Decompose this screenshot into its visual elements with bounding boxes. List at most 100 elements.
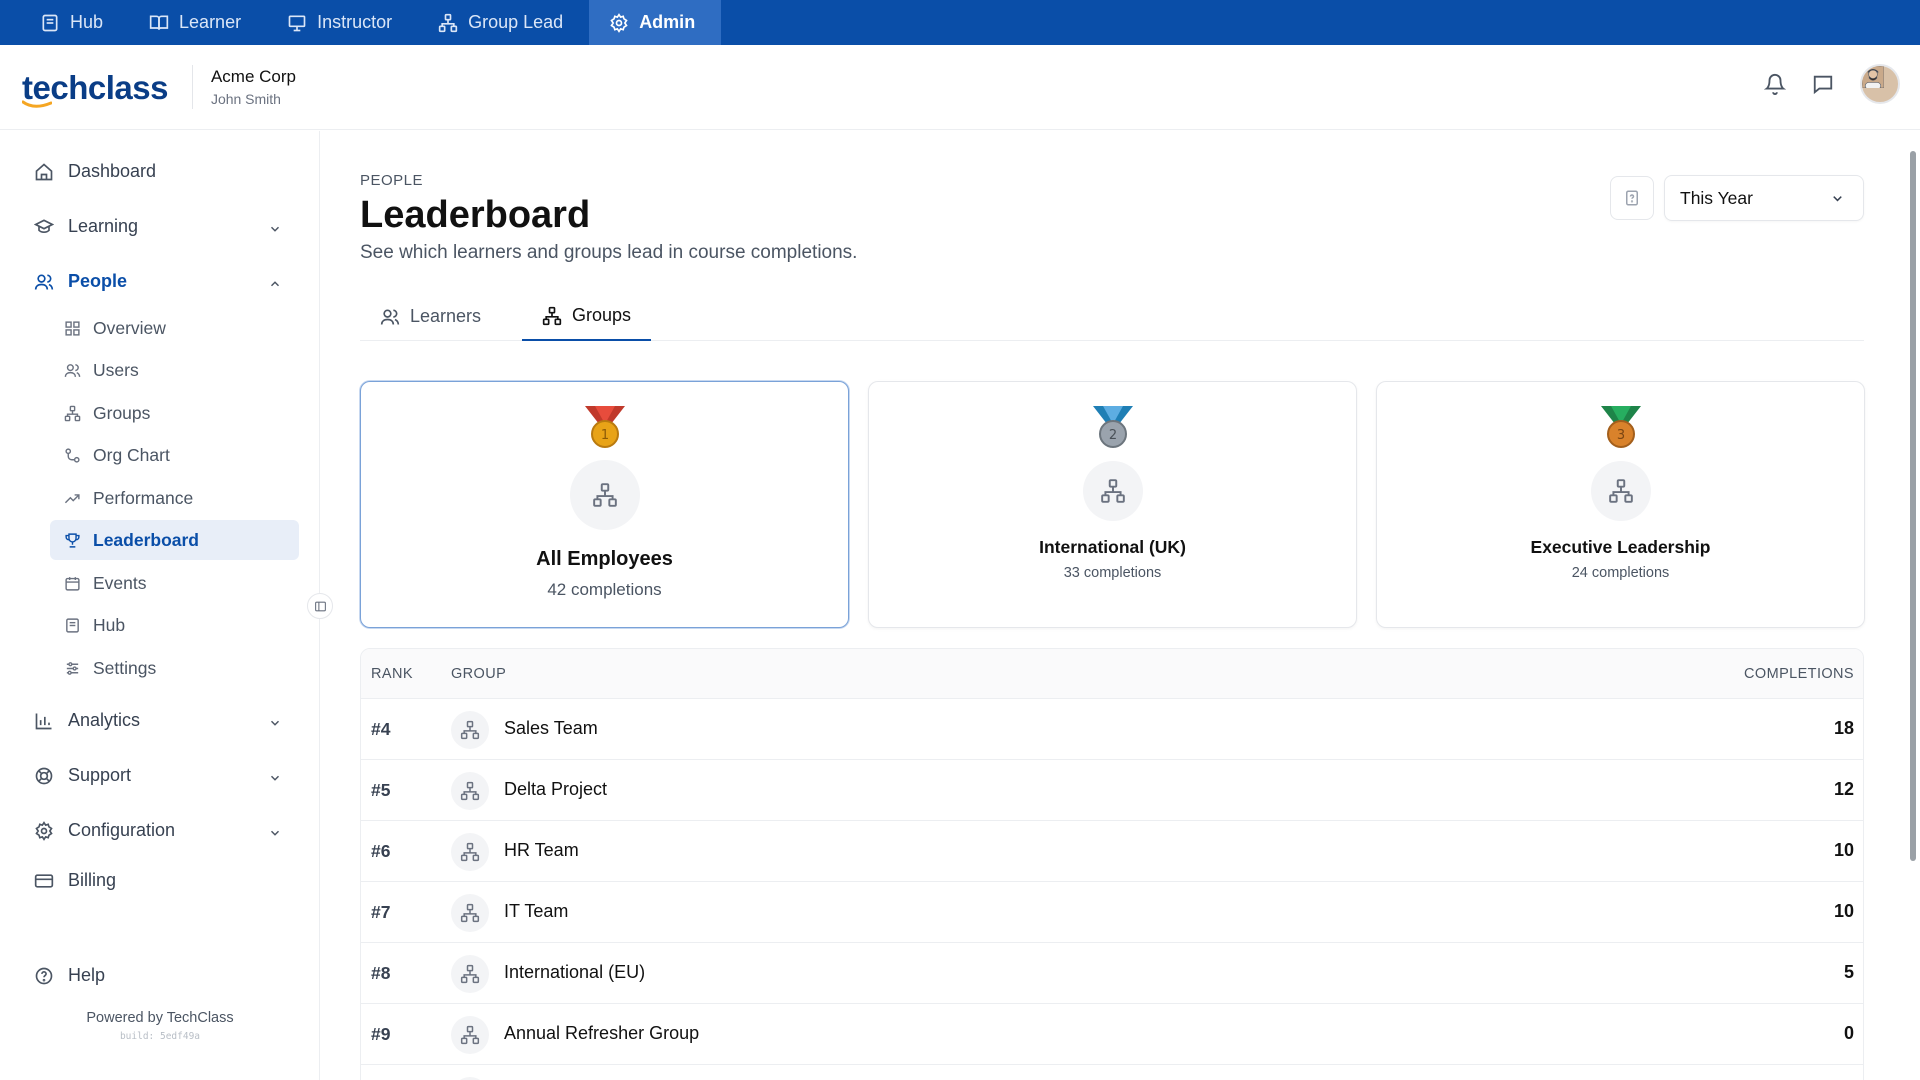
sidebar-subitem-leaderboard[interactable]: Leaderboard <box>50 520 299 560</box>
topnav-instructor[interactable]: Instructor <box>267 0 418 45</box>
sidebar-collapse-button[interactable] <box>307 593 333 619</box>
chevron-up-icon[interactable] <box>268 277 282 291</box>
sidebar-item-learning[interactable]: Learning <box>34 216 138 237</box>
tab-label: Groups <box>572 305 632 325</box>
network-icon <box>460 720 480 740</box>
sidebar-subitem-overview[interactable]: Overview <box>50 308 299 348</box>
sliders-icon <box>66 661 79 675</box>
group-avatar <box>451 894 489 932</box>
chevron-down-icon[interactable] <box>268 222 282 236</box>
home-icon <box>35 162 53 180</box>
topnav-learner[interactable]: Learner <box>129 0 267 45</box>
period-select[interactable]: This Year <box>1664 175 1864 221</box>
table-row[interactable]: #9 Annual Refresher Group 0 <box>361 1004 1863 1065</box>
bronze-medal-icon: 3 <box>1600 406 1641 448</box>
org-chart-icon <box>65 447 80 463</box>
sidebar-subitem-label: Settings <box>93 657 157 678</box>
column-header-group[interactable]: GROUP <box>451 666 506 682</box>
sidebar-item-dashboard[interactable]: Dashboard <box>34 161 156 182</box>
row-group-name: HR Team <box>504 840 579 860</box>
bell-icon[interactable] <box>1764 73 1786 95</box>
user-name: John Smith <box>210 91 281 107</box>
sidebar-item-people[interactable]: People <box>34 271 127 292</box>
org-switcher[interactable]: Acme Corp John Smith <box>191 65 296 109</box>
network-icon <box>1100 479 1125 503</box>
page-scrollbar[interactable] <box>1906 131 1920 1080</box>
chevron-down-icon[interactable] <box>268 771 282 785</box>
sidebar-item-label: Analytics <box>68 710 141 730</box>
row-completions: 12 <box>1833 779 1854 799</box>
sidebar-subitem-hub[interactable]: Hub <box>50 605 299 645</box>
sidebar-item-analytics[interactable]: Analytics <box>34 710 140 731</box>
page-help-button[interactable] <box>1610 176 1654 220</box>
tab-groups[interactable]: Groups <box>522 292 652 341</box>
sidebar-subitem-label: Groups <box>93 402 151 423</box>
gear-icon <box>610 12 628 33</box>
users-icon <box>34 274 54 290</box>
sidebar-item-label: Dashboard <box>68 161 157 181</box>
sidebar-subitem-performance[interactable]: Performance <box>50 478 299 518</box>
chevron-down-icon[interactable] <box>268 716 282 730</box>
podium-card-first[interactable]: 1 All Employees 42 completions <box>360 381 849 628</box>
tab-learners[interactable]: Learners <box>360 292 501 341</box>
grid-icon <box>65 320 80 336</box>
org-name: Acme Corp <box>210 67 296 86</box>
column-header-completions[interactable]: COMPLETIONS <box>1744 666 1854 682</box>
table-header: RANK GROUP COMPLETIONS <box>361 649 1863 699</box>
techclass-logo[interactable]: techclass <box>22 71 168 108</box>
sidebar-subitem-label: Events <box>93 572 147 593</box>
table-row-partial[interactable] <box>361 1065 1863 1080</box>
table-row[interactable]: #4 Sales Team 18 <box>361 699 1863 760</box>
sidebar-item-configuration[interactable]: Configuration <box>34 820 175 841</box>
network-icon <box>592 483 617 507</box>
sidebar-item-billing[interactable]: Billing <box>34 870 116 891</box>
column-header-rank[interactable]: RANK <box>371 666 413 682</box>
chevron-down-icon[interactable] <box>268 826 282 840</box>
trending-up-icon <box>64 493 80 503</box>
row-completions: 18 <box>1833 718 1854 738</box>
chevron-down-icon <box>1833 195 1842 201</box>
topnav-group-lead[interactable]: Group Lead <box>418 0 589 45</box>
table-row[interactable]: #7 IT Team 10 <box>361 882 1863 943</box>
podium-card-third[interactable]: 3 Executive Leadership 24 completions <box>1376 381 1865 628</box>
topnav-label: Group Lead <box>468 12 564 32</box>
row-group-name: International (EU) <box>504 962 646 982</box>
table-row[interactable]: #8 International (EU) 5 <box>361 943 1863 1004</box>
table-row[interactable]: #6 HR Team 10 <box>361 821 1863 882</box>
sidebar-subitem-org-chart[interactable]: Org Chart <box>50 435 299 475</box>
page-subtitle: See which learners and groups lead in co… <box>360 242 858 263</box>
credit-card-icon <box>34 873 54 888</box>
row-group-name: Annual Refresher Group <box>504 1023 700 1043</box>
podium-completions: 42 completions <box>547 580 662 599</box>
row-rank: #8 <box>371 963 391 983</box>
podium-completions: 24 completions <box>1571 565 1670 581</box>
sidebar-item-support[interactable]: Support <box>34 765 131 786</box>
row-rank: #4 <box>371 719 391 739</box>
users-icon <box>64 363 81 377</box>
table-row[interactable]: #5 Delta Project 12 <box>361 760 1863 821</box>
row-completions: 10 <box>1833 840 1854 860</box>
sidebar-item-help[interactable]: Help <box>34 965 105 986</box>
row-completions: 5 <box>1843 962 1854 982</box>
scrollbar-thumb[interactable] <box>1910 151 1916 861</box>
avatar[interactable] <box>1860 64 1900 104</box>
lifebuoy-icon <box>35 767 53 784</box>
message-icon[interactable] <box>1812 73 1834 95</box>
gold-medal-icon: 1 <box>584 406 625 448</box>
row-completions: 10 <box>1833 901 1854 921</box>
sidebar-toggle-icon <box>314 601 326 611</box>
users-icon <box>380 309 400 325</box>
sidebar-subitem-label: Users <box>93 359 139 380</box>
leaderboard-table: RANK GROUP COMPLETIONS #4 Sales Team 18 … <box>360 648 1864 1080</box>
group-avatar <box>451 772 489 810</box>
sidebar-subitem-events[interactable]: Events <box>50 563 299 603</box>
group-avatar <box>451 1016 489 1054</box>
sidebar-subitem-groups[interactable]: Groups <box>50 393 299 433</box>
row-completions: 0 <box>1843 1023 1854 1043</box>
sidebar-subitem-users[interactable]: Users <box>50 350 299 390</box>
sidebar-subitem-settings[interactable]: Settings <box>50 648 299 688</box>
topnav-admin[interactable]: Admin <box>589 0 722 45</box>
gear-icon <box>35 820 53 841</box>
topnav-hub[interactable]: Hub <box>20 0 129 45</box>
podium-card-second[interactable]: 2 International (UK) 33 completions <box>868 381 1357 628</box>
